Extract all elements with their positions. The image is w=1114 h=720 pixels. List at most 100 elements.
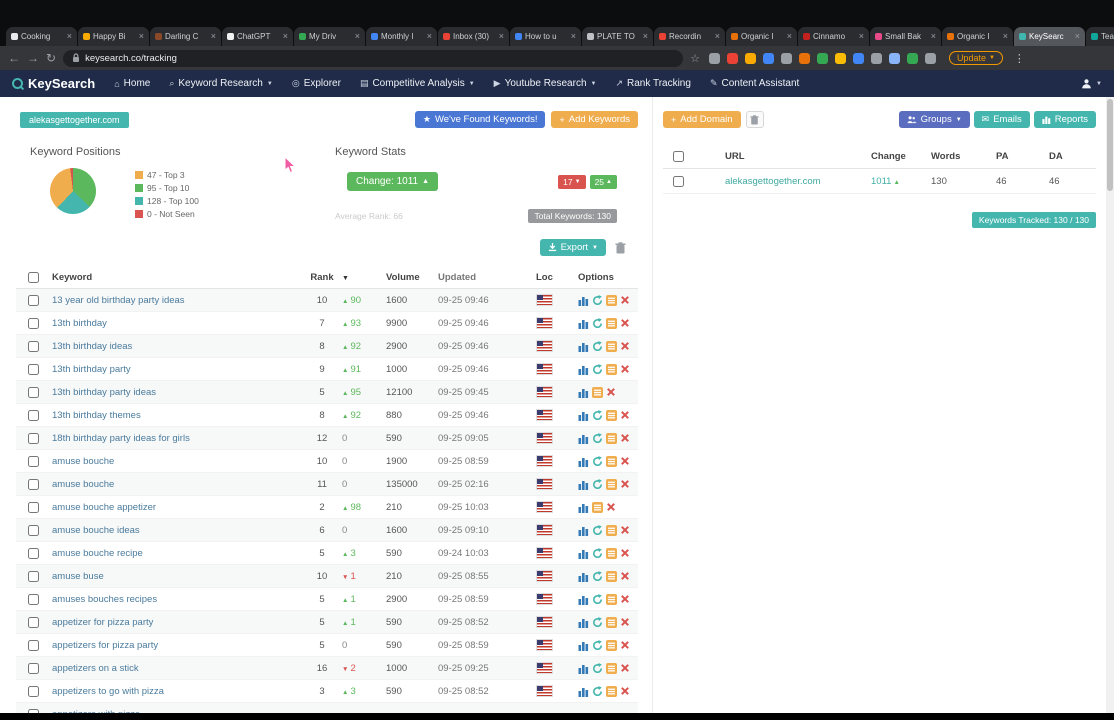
keysearch-logo[interactable]: KeySearch [12,76,95,91]
tab-close-icon[interactable]: × [427,32,432,41]
refresh-icon[interactable] [592,317,603,329]
row-checkbox[interactable] [28,685,39,697]
refresh-icon[interactable] [592,294,603,306]
notes-icon[interactable] [606,478,617,490]
browser-tab[interactable]: Organic I × [942,27,1013,46]
browser-tab[interactable]: Organic I × [726,27,797,46]
browser-tab[interactable]: How to u × [510,27,581,46]
back-icon[interactable]: ← [8,52,20,64]
nav-item-content-assistant[interactable]: ✎ Content Assistant [710,78,799,89]
tab-close-icon[interactable]: × [1003,32,1008,41]
notes-icon[interactable] [606,294,617,306]
row-checkbox[interactable] [28,317,39,329]
delete-icon[interactable] [620,295,630,305]
delete-icon[interactable] [620,456,630,466]
extension-icon[interactable] [852,52,864,64]
keyword-link[interactable]: 13th birthday [52,318,107,329]
stats-icon[interactable] [578,433,589,444]
keyword-link[interactable]: amuse bouche recipe [52,548,143,559]
browser-tab[interactable]: Cinnamo × [798,27,869,46]
notes-icon[interactable] [606,432,617,444]
extension-icon[interactable] [798,52,810,64]
notes-icon[interactable] [606,570,617,582]
delete-icon[interactable] [620,663,630,673]
notes-icon[interactable] [606,524,617,536]
header-rank[interactable]: Rank [302,272,342,283]
delete-icon[interactable] [620,410,630,420]
row-checkbox[interactable] [28,432,39,444]
delete-icon[interactable] [620,433,630,443]
keyword-link[interactable]: 13th birthday ideas [52,341,132,352]
row-checkbox[interactable] [28,340,39,352]
keyword-link[interactable]: 13th birthday themes [52,410,141,421]
browser-tab[interactable]: Recordin × [654,27,725,46]
browser-menu-icon[interactable]: ⋮ [1014,52,1025,65]
browser-tab[interactable]: Darling C × [150,27,221,46]
refresh-icon[interactable] [592,340,603,352]
keyword-link[interactable]: amuse bouche [52,479,114,490]
refresh-icon[interactable] [592,478,603,490]
extension-icon[interactable] [708,52,720,64]
stats-icon[interactable] [578,640,589,651]
row-checkbox[interactable] [28,547,39,559]
keyword-link[interactable]: appetizers on a stick [52,663,139,674]
found-keywords-button[interactable]: ★ We've Found Keywords! [414,111,546,128]
tab-close-icon[interactable]: × [139,32,144,41]
browser-update-button[interactable]: Update ▼ [948,51,1003,65]
keyword-link[interactable]: amuse buse [52,571,104,582]
extension-icon[interactable] [906,52,918,64]
keyword-link[interactable]: 13th birthday party ideas [52,387,156,398]
keyword-link[interactable]: amuse bouche ideas [52,525,140,536]
notes-icon[interactable] [606,593,617,605]
refresh-icon[interactable] [592,455,603,467]
browser-tab[interactable]: KeySearc × [1014,27,1085,46]
stats-icon[interactable] [578,410,589,421]
stats-icon[interactable] [578,525,589,536]
notes-icon[interactable] [606,340,617,352]
notes-icon[interactable] [606,616,617,628]
stats-icon[interactable] [578,594,589,605]
refresh-icon[interactable] [592,593,603,605]
notes-icon[interactable] [606,685,617,697]
header-volume[interactable]: Volume [386,272,438,283]
row-checkbox[interactable] [28,662,39,674]
change-button[interactable]: Change: 1011 ▲ [347,172,439,191]
notes-icon[interactable] [592,386,603,398]
refresh-icon[interactable] [592,524,603,536]
notes-icon[interactable] [606,662,617,674]
header-updated[interactable]: Updated [438,272,536,283]
forward-icon[interactable]: → [27,52,39,64]
scrollbar-thumb[interactable] [1107,99,1113,191]
tab-close-icon[interactable]: × [787,32,792,41]
stats-icon[interactable] [578,571,589,582]
refresh-icon[interactable] [592,639,603,651]
keyword-link[interactable]: 13th birthday party [52,364,131,375]
stats-icon[interactable] [578,686,589,697]
refresh-icon[interactable] [592,616,603,628]
notes-icon[interactable] [606,547,617,559]
keyword-link[interactable]: amuses bouches recipes [52,594,157,605]
header-keyword[interactable]: Keyword [52,272,302,283]
tab-close-icon[interactable]: × [571,32,576,41]
tab-close-icon[interactable]: × [715,32,720,41]
stats-icon[interactable] [578,387,589,398]
nav-item-rank-tracking[interactable]: ↗ Rank Tracking [615,78,690,89]
delete-icon[interactable] [620,525,630,535]
add-domain-button[interactable]: + Add Domain [663,111,741,128]
keyword-link[interactable]: 18th birthday party ideas for girls [52,433,190,444]
delete-icon[interactable] [620,571,630,581]
refresh-icon[interactable] [592,363,603,375]
refresh-icon[interactable] [592,662,603,674]
sort-caret-icon[interactable]: ▼ [342,275,349,282]
add-keywords-button[interactable]: + Add Keywords [551,111,638,128]
tab-close-icon[interactable]: × [355,32,360,41]
keyword-link[interactable]: appetizer for pizza party [52,617,153,628]
stats-icon[interactable] [578,341,589,352]
browser-tab[interactable]: Cooking × [6,27,77,46]
user-menu[interactable]: ▼ [1081,78,1102,89]
delete-icon[interactable] [620,686,630,696]
stats-icon[interactable] [578,479,589,490]
row-checkbox[interactable] [28,386,39,398]
extension-icon[interactable] [888,52,900,64]
stats-icon[interactable] [578,617,589,628]
